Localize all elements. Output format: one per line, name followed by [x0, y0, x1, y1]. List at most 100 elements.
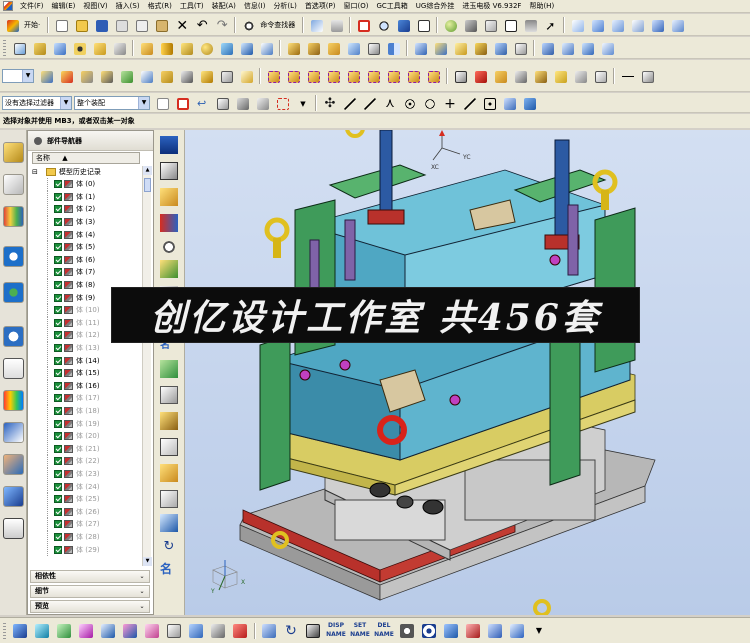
slider-icon[interactable] [97, 67, 115, 85]
tree-item[interactable]: 体 (15) [30, 366, 142, 380]
insert-icon[interactable] [117, 67, 135, 85]
move-face-icon[interactable] [491, 39, 509, 57]
ejector-post-icon[interactable] [160, 438, 178, 456]
checkbox-icon[interactable] [54, 419, 62, 428]
trim-body-icon[interactable] [411, 39, 429, 57]
select-all-icon[interactable] [173, 94, 191, 112]
render-style-icon[interactable] [461, 16, 479, 34]
checkbox-icon[interactable] [54, 444, 62, 453]
chevron-down-icon[interactable]: ⌄ [137, 587, 147, 596]
start-button-label[interactable]: 开始· [24, 20, 40, 30]
checkbox-icon[interactable] [54, 293, 62, 302]
intersect-icon[interactable] [257, 39, 275, 57]
checkbox-icon[interactable] [54, 381, 62, 390]
snap-intersect-icon[interactable]: ⋏ [380, 94, 398, 112]
graphics-window[interactable]: XC YC Y X [185, 130, 750, 615]
tree-item[interactable]: 体 (6) [30, 253, 142, 267]
menu-info[interactable]: 信息(I) [240, 0, 270, 13]
tree-item[interactable]: 体 (19) [30, 417, 142, 430]
menu-window[interactable]: 窗口(O) [340, 0, 373, 13]
chevron-down-icon[interactable]: ▼ [293, 94, 311, 112]
block-icon[interactable] [137, 39, 155, 57]
checkbox-icon[interactable] [54, 507, 62, 516]
gate-library-icon[interactable] [160, 514, 178, 532]
constraint-navigator-icon[interactable] [3, 174, 24, 195]
open-folder-icon[interactable] [72, 16, 90, 34]
document-icon[interactable] [3, 358, 24, 379]
tree-item[interactable]: 体 (28) [30, 530, 142, 544]
scroll-down-icon[interactable]: ▼ [143, 557, 152, 566]
command-finder-icon[interactable] [239, 16, 257, 34]
cone-icon[interactable] [177, 39, 195, 57]
checkbox-icon[interactable] [54, 495, 62, 504]
sketch-icon[interactable] [10, 39, 28, 57]
checkbox-icon[interactable] [54, 482, 62, 491]
layer-icon[interactable] [521, 16, 539, 34]
shrinkage-icon[interactable] [160, 214, 178, 232]
checkbox-icon[interactable] [54, 406, 62, 415]
rotate-icon[interactable]: ↻ [281, 621, 301, 641]
save-icon[interactable] [92, 16, 110, 34]
clock-icon[interactable] [3, 326, 24, 347]
mold-cube-icon-8[interactable] [404, 67, 422, 85]
ejector-icon[interactable] [77, 67, 95, 85]
cyan-cube-icon[interactable] [32, 621, 52, 641]
subtract-icon[interactable] [237, 39, 255, 57]
checkbox-icon[interactable] [54, 205, 62, 214]
tree-item[interactable]: 体 (27) [30, 518, 142, 531]
undo-icon[interactable]: ↶ [192, 16, 210, 34]
checkbox-icon[interactable] [54, 306, 62, 315]
electrode-icon[interactable] [197, 67, 215, 85]
curve-icon-4[interactable] [598, 39, 616, 57]
edge-display-icon[interactable] [481, 16, 499, 34]
delete-icon[interactable]: ✕ [172, 16, 190, 34]
slider-lifter-icon[interactable] [160, 464, 178, 482]
snap-pole-icon[interactable] [500, 94, 518, 112]
new-file-icon[interactable] [52, 16, 70, 34]
surface-icon-6[interactable] [668, 16, 686, 34]
tree-item[interactable]: 体 (21) [30, 442, 142, 456]
mold-cube-icon-3[interactable] [304, 67, 322, 85]
mold-cube-icon-9[interactable] [424, 67, 442, 85]
gate-icon[interactable] [157, 67, 175, 85]
measure-distance-icon[interactable] [451, 67, 469, 85]
tree-root[interactable]: ⊟ 模型历史记录 [30, 166, 142, 178]
shell-icon[interactable] [344, 39, 362, 57]
move-object-icon[interactable] [37, 67, 55, 85]
mold-cube-icon-2[interactable] [284, 67, 302, 85]
snap-curve-icon[interactable] [460, 94, 478, 112]
edit-icon[interactable] [507, 621, 527, 641]
chevron-down-icon[interactable]: ⌄ [137, 572, 147, 581]
scroll-up-icon[interactable]: ▲ [143, 166, 152, 175]
snap-existing-icon[interactable]: + [440, 94, 458, 112]
chevron-down-icon[interactable]: ⌄ [137, 602, 147, 611]
standard-part-library-icon[interactable] [160, 412, 178, 430]
checkbox-icon[interactable] [54, 394, 62, 403]
checkbox-icon[interactable] [54, 432, 62, 441]
standard-part-icon[interactable] [531, 67, 549, 85]
snap-quadrant-icon[interactable] [420, 94, 438, 112]
tree-item[interactable]: 体 (23) [30, 467, 142, 481]
tree-item[interactable]: 体 (29) [30, 543, 142, 556]
arrow-out-icon[interactable] [259, 621, 279, 641]
mold-cube-icon-1[interactable] [264, 67, 282, 85]
collapse-icon[interactable]: ⊟ [32, 168, 38, 176]
extrude-icon[interactable] [30, 39, 48, 57]
box-icon[interactable] [491, 67, 509, 85]
menu-assembly[interactable]: 装配(A) [208, 0, 240, 13]
menu-insert[interactable]: 插入(S) [112, 0, 144, 13]
command-finder-label[interactable]: 命令查找器 [260, 20, 295, 30]
web-browser-icon[interactable] [3, 246, 24, 267]
mold-wizard-icon[interactable] [160, 136, 178, 154]
snap-view-icon[interactable] [307, 16, 325, 34]
tree-item[interactable]: 体 (7) [30, 266, 142, 279]
surface-icon-2[interactable] [588, 16, 606, 34]
magenta-cube-icon[interactable] [76, 621, 96, 641]
sphere-icon[interactable] [441, 16, 459, 34]
menu-preferences[interactable]: 首选项(P) [301, 0, 340, 13]
red-cube-icon[interactable] [471, 67, 489, 85]
checkbox-icon[interactable] [54, 356, 62, 365]
sub-insert-icon[interactable] [160, 490, 178, 508]
red-cube-icon[interactable] [230, 621, 250, 641]
checkbox-icon[interactable] [54, 192, 62, 201]
